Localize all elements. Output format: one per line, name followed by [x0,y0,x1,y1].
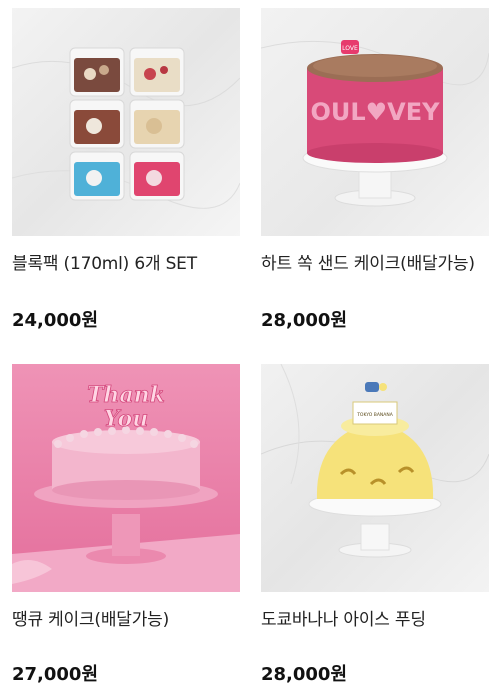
cake-band-text: OUL♥VEY [310,98,440,126]
product-price: 27,000원 [12,664,99,685]
tokyo-banana-label: TOKYO BANANA [356,412,394,418]
product-card[interactable]: TOKYO BANANA 도쿄바나나 아이스 푸딩 28,000원 [261,364,489,685]
banana-pudding-illustration: TOKYO BANANA [261,364,489,592]
product-image-tokyo-banana-pudding[interactable]: TOKYO BANANA [261,364,489,592]
product-name[interactable]: 도쿄바나나 아이스 푸딩 [261,608,489,632]
thank-you-cake-illustration: Thank You [12,364,240,592]
cake-topper-text: LOVE [342,45,358,52]
product-name[interactable]: 블록팩 (170ml) 6개 SET [12,252,240,276]
product-image-block-pack[interactable] [12,8,240,236]
product-image-heart-sand-cake[interactable]: OUL♥VEY LOVE [261,8,489,236]
product-price: 28,000원 [261,310,348,331]
product-price: 24,000원 [12,310,99,331]
product-price: 28,000원 [261,664,348,685]
product-name[interactable]: 땡큐 케이크(배달가능) [12,608,240,632]
product-grid: 블록팩 (170ml) 6개 SET 24,000원 OUL♥VEY LOVE … [0,0,500,694]
product-card[interactable]: 블록팩 (170ml) 6개 SET 24,000원 [12,8,240,331]
product-name[interactable]: 하트 쏙 샌드 케이크(배달가능) [261,252,489,276]
product-card[interactable]: Thank You 땡큐 케이크(배달가능) 27,000원 [12,364,240,685]
topper-line2: You [104,406,148,432]
heart-cake-illustration: OUL♥VEY LOVE [261,8,489,236]
product-image-thank-you-cake[interactable]: Thank You [12,364,240,592]
block-pack-illustration [12,8,240,236]
topper-line1: Thank [87,382,165,408]
product-card[interactable]: OUL♥VEY LOVE 하트 쏙 샌드 케이크(배달가능) 28,000원 [261,8,489,331]
